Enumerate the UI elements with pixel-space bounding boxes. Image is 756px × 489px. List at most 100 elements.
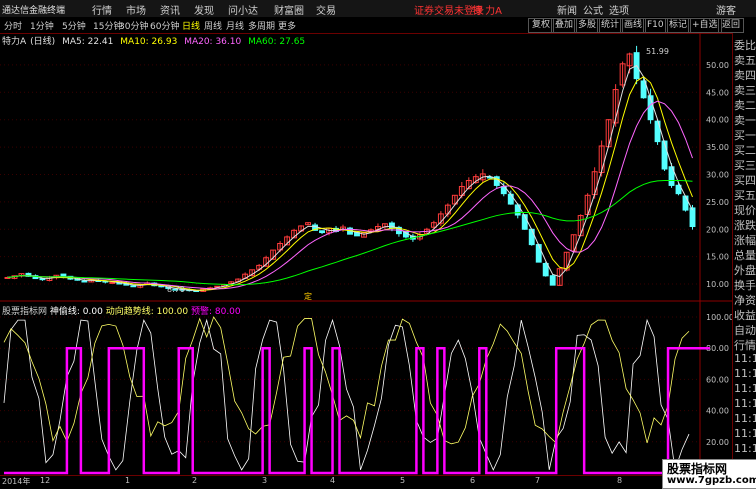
side-panel-label[interactable]: 11:1: [734, 412, 756, 425]
menu-xinwen[interactable]: 新闻: [557, 2, 577, 17]
side-panel-label[interactable]: 行情: [734, 337, 756, 353]
side-panel-label[interactable]: 11:1: [734, 397, 756, 410]
watermark-url: www.7gpzb.com: [667, 475, 756, 486]
candle-body: [535, 244, 542, 263]
date-tick: 3: [262, 476, 268, 485]
date-tick: 6: [470, 476, 476, 485]
period-toolbar: 分时 1分钟 5分钟 15分钟 30分钟 60分钟 日线 周线 月线 多周期 更…: [0, 17, 756, 34]
period-30min[interactable]: 30分钟: [119, 19, 148, 32]
ma5-line: [7, 64, 693, 292]
period-5min[interactable]: 5分钟: [62, 19, 86, 32]
date-tick: 8: [617, 476, 623, 485]
date-tick: 1: [125, 476, 131, 485]
date-tick: 7: [535, 476, 541, 485]
date-tick: 5: [400, 476, 406, 485]
price-tick: 40.00: [706, 116, 729, 125]
side-panel-label[interactable]: 11:1: [734, 352, 756, 365]
candle-body: [528, 228, 535, 246]
date-axis: 2014年 12 1 2 3 4 5 6 7 8: [0, 475, 700, 488]
menu-news[interactable]: 资讯: [160, 2, 180, 17]
menu-trade[interactable]: 交易: [316, 2, 336, 17]
side-panel-label[interactable]: 11:1: [734, 427, 756, 440]
side-panel-label: 换手: [734, 279, 756, 292]
menu-wenxiaoda[interactable]: 问小达: [228, 2, 258, 17]
period-daily[interactable]: 日线: [182, 19, 200, 32]
side-panel-label: 涨跌: [734, 219, 756, 232]
menu-options[interactable]: 选项: [609, 2, 629, 17]
quote-side-panel: 委比 卖五 卖四 卖三 卖二 卖一 买一 买二 买三 买四 买五 现价 涨跌 涨幅 总量 外盘 换手 净资 收益 自动…: [732, 33, 756, 487]
side-panel-label: 总量: [734, 249, 756, 262]
candle-body: [388, 222, 395, 229]
side-panel-label: 卖二: [734, 99, 756, 112]
candle-body: [319, 230, 325, 234]
candle-body: [109, 281, 116, 284]
period-60min[interactable]: 60分钟: [150, 19, 179, 32]
price-tick: 30.00: [706, 170, 729, 179]
side-panel-label[interactable]: 自动: [734, 322, 756, 338]
side-panel-label: 卖三: [734, 84, 756, 97]
period-multi[interactable]: 多周期: [248, 19, 275, 32]
side-panel-label: 买三: [734, 159, 756, 172]
price-tick: 35.00: [706, 143, 729, 152]
menu-formula[interactable]: 公式: [583, 2, 603, 17]
side-panel-label: 净资: [734, 294, 756, 307]
side-panel-label: 买四: [734, 174, 756, 187]
candle-body: [81, 280, 88, 283]
side-panel-label: 买五: [734, 189, 756, 202]
app-title: 通达信金融终端: [2, 6, 66, 16]
side-panel-label: 买一: [734, 129, 756, 142]
indicator-tick: 20.00: [706, 438, 729, 447]
menu-market[interactable]: 市场: [126, 2, 146, 17]
guest-label[interactable]: 游客: [716, 2, 736, 17]
price-tick: 25.00: [706, 198, 729, 207]
indicator-tick: 100.00: [706, 313, 732, 322]
period-1min[interactable]: 1分钟: [30, 19, 54, 32]
side-panel-label[interactable]: 11:1: [734, 367, 756, 380]
tool-add-favorite[interactable]: +自选: [688, 18, 722, 33]
top-menu-bar: 通达信金融终端 行情 市场 资讯 发现 问小达 财富圈 交易 证券交易未登录 特…: [0, 0, 756, 18]
side-panel-label: 卖五: [734, 54, 756, 67]
period-fenshi[interactable]: 分时: [4, 19, 22, 32]
side-panel-label[interactable]: 11:1: [734, 382, 756, 395]
side-panel-label[interactable]: 11:1: [734, 442, 756, 455]
candle-body: [661, 140, 668, 170]
chart-area[interactable]: 50.00 45.00 40.00 35.00 30.00 25.00 20.00 15.00…: [0, 33, 732, 475]
indicator-tick: 40.00: [706, 407, 729, 416]
date-tick: 12: [40, 476, 51, 485]
period-weekly[interactable]: 周线: [204, 19, 222, 32]
indicator-trend: 动向趋势线: 100.00: [105, 307, 189, 317]
indicator-name: 神偷线: 0.00: [49, 307, 103, 317]
candle-body: [507, 193, 514, 205]
price-tick: 50.00: [706, 61, 729, 70]
side-panel-label: 卖四: [734, 69, 756, 82]
candle-body: [542, 262, 549, 277]
price-tick: 20.00: [706, 225, 729, 234]
candle-body: [682, 195, 689, 211]
side-panel-label: 卖一: [734, 114, 756, 127]
period-more[interactable]: 更多: [278, 19, 296, 32]
tool-back[interactable]: 返回: [718, 18, 745, 33]
tool-f10[interactable]: F10: [643, 18, 668, 33]
side-panel-label: 外盘: [734, 264, 756, 277]
side-panel-label: 收益: [734, 309, 756, 322]
date-tick: 4: [330, 476, 336, 485]
event-marker[interactable]: 定: [304, 291, 312, 301]
menu-hq[interactable]: 行情: [92, 2, 112, 17]
indicator-tick: 60.00: [706, 375, 729, 384]
date-tick: 2014年: [2, 477, 31, 486]
price-tick: 45.00: [706, 88, 729, 97]
indicator-site: 股票指标网: [2, 307, 48, 317]
side-panel-label: 现价: [734, 204, 756, 217]
menu-discover[interactable]: 发现: [194, 2, 214, 17]
oscillator-white-line: [3, 318, 690, 471]
indicator-legend: 股票指标网 神偷线: 0.00 动向趋势线: 100.00 预警: 80.00: [2, 304, 241, 317]
side-panel-label: 涨幅: [734, 234, 756, 247]
candle-body: [549, 275, 556, 286]
low-annotation: 8.70: [167, 285, 185, 294]
period-monthly[interactable]: 月线: [226, 19, 244, 32]
menu-caifu[interactable]: 财富圈: [274, 2, 304, 17]
candle-body: [689, 207, 696, 228]
candle-body: [130, 285, 137, 288]
price-tick: 10.00: [706, 280, 729, 289]
date-tick: 2: [192, 476, 198, 485]
